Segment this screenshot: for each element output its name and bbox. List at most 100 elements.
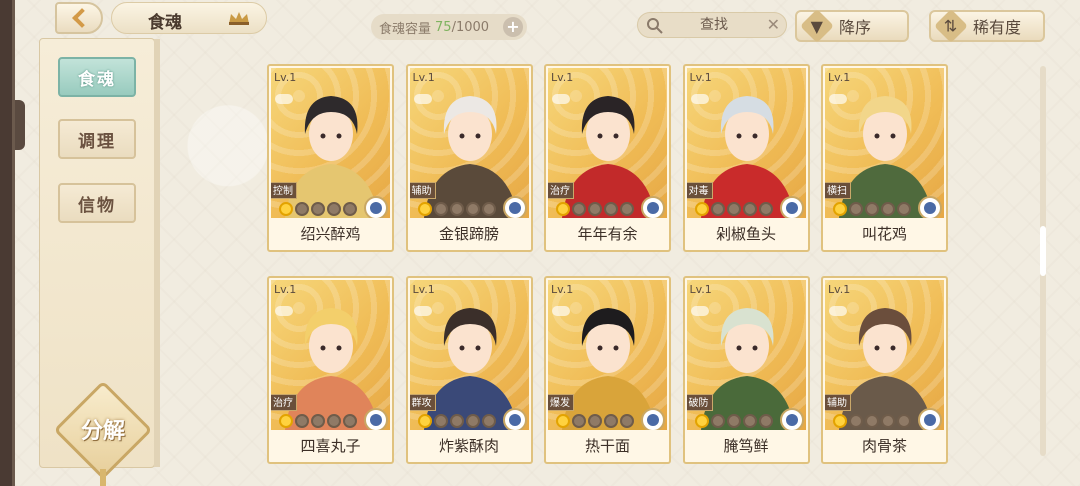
element-icon (779, 408, 804, 430)
star-icon (295, 202, 309, 216)
tab-label: 食魂 (78, 69, 116, 90)
add-capacity-button[interactable]: + (503, 17, 523, 37)
card-grid: Lv.1 控制 绍兴醉鸡 Lv.1 辅助 金银蹄膀 Lv.1 治疗 年年有余 L… (267, 64, 957, 468)
star-icon (556, 202, 570, 216)
star-icon (343, 414, 357, 428)
tab-label: 调理 (78, 131, 116, 152)
star-icon (897, 414, 911, 428)
sort-field-button[interactable]: ⇅ 稀有度 (929, 9, 1045, 43)
food-soul-card[interactable]: Lv.1 横扫 叫花鸡 (821, 64, 948, 252)
star-icon (710, 414, 725, 428)
star-icon (758, 202, 773, 216)
capacity-label: 食魂容量 (379, 21, 432, 37)
star-rating (417, 202, 496, 216)
type-badge-icon (413, 94, 432, 104)
tab-conditioning[interactable]: 调理 (58, 119, 136, 159)
card-name: 炸紫酥肉 (438, 437, 499, 455)
type-badge-icon (829, 94, 847, 104)
star-icon (279, 202, 293, 216)
food-soul-card[interactable]: Lv.1 治疗 四喜丸子 (267, 276, 394, 464)
star-icon (572, 414, 586, 428)
star-icon (620, 414, 634, 428)
element-icon (918, 408, 942, 430)
tab-label: 信物 (78, 195, 116, 216)
search-box: ✕ (637, 12, 787, 38)
star-icon (588, 202, 602, 216)
star-icon (865, 414, 879, 428)
star-icon (481, 414, 496, 428)
role-badge: 辅助 (409, 182, 436, 199)
star-icon (849, 414, 863, 428)
type-badge-icon (275, 94, 293, 104)
sidebar: 食魂 调理 信物 分解 (39, 38, 160, 486)
title-plate: 食魂 (111, 2, 267, 34)
sort-down-icon: ▼ (800, 9, 834, 43)
star-icon (604, 414, 618, 428)
star-rating (556, 202, 634, 216)
food-soul-card[interactable]: Lv.1 治疗 年年有余 (544, 64, 671, 252)
scrollbar[interactable] (1040, 66, 1046, 456)
food-soul-card[interactable]: Lv.1 控制 绍兴醉鸡 (267, 64, 394, 252)
star-icon (726, 202, 741, 216)
element-icon (502, 196, 527, 218)
star-icon (417, 414, 432, 428)
portrait: Lv.1 群攻 (409, 280, 529, 430)
type-badge-icon (552, 94, 570, 104)
food-soul-card[interactable]: Lv.1 对毒 剁椒鱼头 (682, 64, 810, 252)
star-icon (833, 414, 847, 428)
food-soul-card[interactable]: Lv.1 破防 腌笃鲜 (682, 276, 810, 464)
portrait: Lv.1 爆发 (548, 280, 667, 430)
level-label: Lv.1 (551, 71, 574, 84)
star-rating (833, 414, 911, 428)
food-soul-card[interactable]: Lv.1 辅助 金银蹄膀 (405, 64, 533, 252)
food-soul-card[interactable]: Lv.1 辅助 肉骨茶 (821, 276, 948, 464)
type-badge-icon (829, 306, 847, 316)
card-name: 绍兴醉鸡 (300, 225, 361, 243)
level-label: Lv.1 (689, 71, 712, 84)
star-icon (433, 414, 448, 428)
level-label: Lv.1 (412, 283, 435, 296)
star-icon (881, 202, 895, 216)
tassel-icon (100, 469, 106, 486)
star-icon (588, 414, 602, 428)
star-icon (742, 202, 757, 216)
crown-icon[interactable] (228, 11, 250, 25)
card-name: 剁椒鱼头 (715, 225, 776, 243)
scrollbar-thumb[interactable] (1040, 226, 1046, 276)
food-soul-card[interactable]: Lv.1 群攻 炸紫酥肉 (405, 276, 533, 464)
star-icon (849, 202, 863, 216)
element-icon (918, 196, 942, 218)
screen: 食魂 食魂容量 75 /1000 + ✕ ▼ 降序 (12, 0, 1080, 486)
card-name: 年年有余 (577, 225, 638, 243)
clear-search-icon[interactable]: ✕ (767, 15, 780, 34)
element-icon (502, 408, 527, 430)
element-icon (641, 408, 665, 430)
sort-swap-icon: ⇅ (934, 9, 968, 43)
tab-tokens[interactable]: 信物 (58, 183, 136, 223)
star-icon (327, 414, 341, 428)
star-rating (417, 414, 496, 428)
decompose-label[interactable]: 分解 (66, 413, 140, 445)
food-soul-card[interactable]: Lv.1 爆发 热干面 (544, 276, 671, 464)
star-icon (556, 414, 570, 428)
search-input[interactable] (668, 15, 760, 35)
star-icon (833, 202, 847, 216)
star-icon (279, 414, 293, 428)
level-label: Lv.1 (551, 283, 574, 296)
back-button[interactable] (55, 2, 103, 34)
star-icon (311, 202, 325, 216)
star-icon (604, 202, 618, 216)
element-icon (364, 196, 388, 218)
role-badge: 治疗 (548, 182, 574, 199)
card-name: 叫花鸡 (861, 225, 907, 243)
page-title: 食魂 (148, 13, 182, 33)
portrait: Lv.1 破防 (686, 280, 806, 430)
tab-food-soul[interactable]: 食魂 (58, 57, 136, 97)
element-icon (779, 196, 804, 218)
role-badge: 群攻 (409, 394, 436, 411)
sort-order-button[interactable]: ▼ 降序 (795, 9, 909, 43)
capacity-max: /1000 (451, 19, 490, 35)
star-rating (694, 202, 773, 216)
star-icon (465, 202, 480, 216)
level-label: Lv.1 (274, 283, 297, 296)
